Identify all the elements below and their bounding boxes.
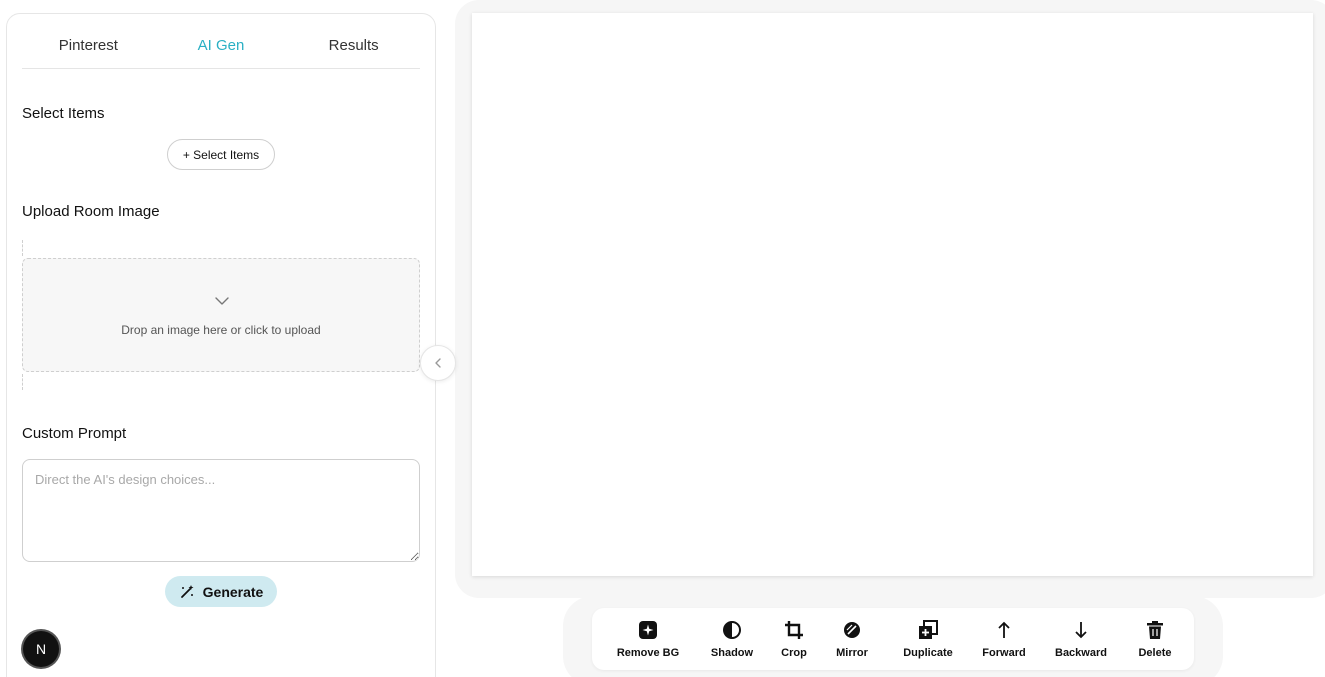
custom-prompt-title: Custom Prompt — [22, 425, 127, 442]
tab-pinterest[interactable]: Pinterest — [22, 14, 155, 68]
custom-prompt-input[interactable] — [22, 459, 420, 562]
trash-icon — [1147, 621, 1163, 639]
design-canvas[interactable] — [472, 13, 1313, 576]
tab-bar: Pinterest AI Gen Results — [22, 14, 420, 69]
shadow-button[interactable]: Shadow — [690, 619, 774, 659]
chevron-left-icon — [435, 358, 441, 368]
remove-bg-icon — [639, 621, 657, 639]
mirror-icon — [844, 622, 860, 638]
crop-icon — [785, 621, 803, 639]
duplicate-icon — [919, 620, 938, 639]
mirror-button[interactable]: Mirror — [814, 619, 890, 659]
crop-label: Crop — [781, 647, 807, 659]
shadow-label: Shadow — [710, 647, 754, 659]
generate-button[interactable]: Generate — [165, 576, 277, 607]
chevron-down-icon — [215, 297, 229, 305]
image-dropzone[interactable]: Drop an image here or click to upload — [22, 258, 420, 372]
magic-wand-icon — [180, 584, 194, 598]
dropzone-text: Drop an image here or click to upload — [121, 323, 321, 337]
dropzone-border-bottom — [22, 374, 23, 390]
collapse-panel-button[interactable] — [420, 345, 456, 381]
image-toolbar: Remove BG Shadow Crop Mirror Duplicate F… — [592, 608, 1194, 670]
upload-room-image-title: Upload Room Image — [22, 203, 160, 220]
remove-bg-label: Remove BG — [616, 647, 680, 659]
arrow-down-icon — [1075, 622, 1087, 639]
backward-button[interactable]: Backward — [1042, 619, 1120, 659]
tab-ai-gen[interactable]: AI Gen — [155, 14, 288, 68]
delete-label: Delete — [1138, 647, 1172, 659]
duplicate-button[interactable]: Duplicate — [890, 619, 966, 659]
mirror-label: Mirror — [836, 647, 868, 659]
generate-label: Generate — [202, 583, 264, 600]
avatar[interactable]: N — [23, 631, 59, 667]
duplicate-label: Duplicate — [903, 647, 953, 659]
tab-results[interactable]: Results — [287, 14, 420, 68]
delete-button[interactable]: Delete — [1120, 619, 1190, 659]
dropzone-border-top — [22, 240, 23, 256]
remove-bg-button[interactable]: Remove BG — [606, 619, 690, 659]
forward-button[interactable]: Forward — [966, 619, 1042, 659]
crop-button[interactable]: Crop — [774, 619, 814, 659]
backward-label: Backward — [1055, 647, 1107, 659]
shadow-icon — [723, 621, 741, 639]
select-items-button[interactable]: + Select Items — [167, 139, 275, 170]
left-panel: Pinterest AI Gen Results Select Items + … — [6, 13, 436, 677]
arrow-up-icon — [998, 621, 1010, 638]
forward-label: Forward — [982, 647, 1026, 659]
select-items-title: Select Items — [22, 105, 105, 122]
